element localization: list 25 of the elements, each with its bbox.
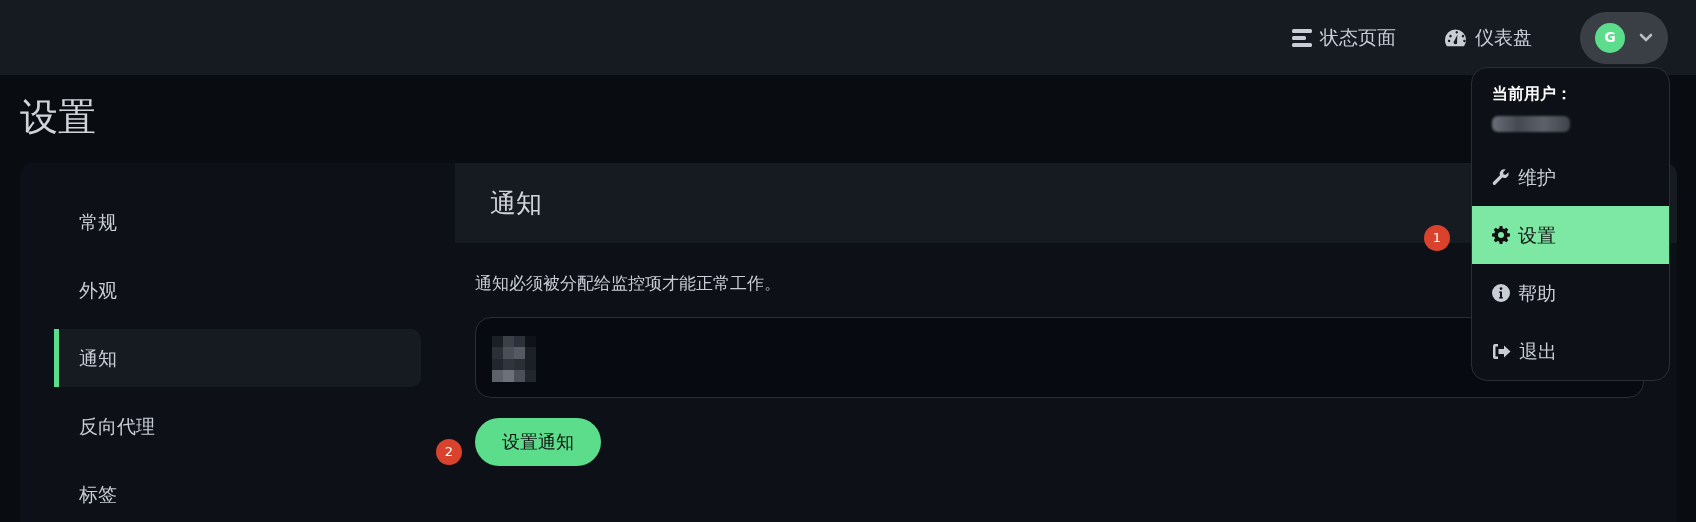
sidebar-item[interactable]: 外观 [54,261,421,319]
gauge-icon [1444,27,1467,48]
setup-notification-button[interactable]: 设置通知 [475,417,601,466]
menu-header: 当前用户： [1491,83,1573,105]
gear-icon [1492,226,1510,244]
sidebar-item[interactable]: 通知 [54,329,421,387]
sidebar-item[interactable]: 反向代理 [54,397,421,455]
logout-icon [1492,342,1511,360]
chevron-down-icon [1639,32,1653,43]
info-icon [1492,284,1510,302]
page-title: 设置 [20,94,96,141]
sidebar-item[interactable]: 常规 [54,193,421,251]
menu-item[interactable]: 退出 [1472,322,1669,380]
blurred-item [492,335,536,382]
menu-item[interactable]: 帮助 [1472,264,1669,322]
wrench-icon [1492,168,1510,186]
list-icon [1292,28,1312,47]
menu-item[interactable]: 设置 [1472,206,1669,264]
description-text: 通知必须被分配给监控项才能正常工作。 [475,272,781,295]
nav-link[interactable]: 状态页面 [1292,23,1396,52]
nav-link[interactable]: 仪表盘 [1444,23,1532,52]
menu-item[interactable]: 维护 [1472,148,1669,206]
section-title: 通知 [490,186,542,220]
sidebar-item[interactable]: 标签 [54,465,421,522]
avatar: G [1595,22,1625,53]
